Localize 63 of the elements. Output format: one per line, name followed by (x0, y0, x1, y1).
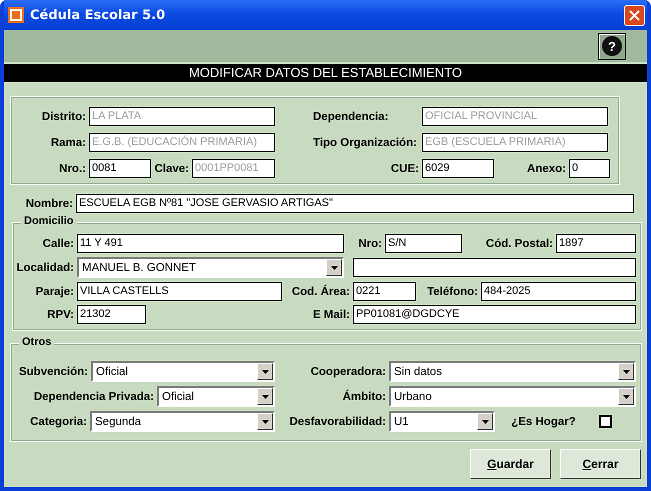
field-label: Cód. Postal: (484, 238, 554, 250)
dropdown[interactable]: Sin datos (389, 361, 636, 382)
field-label: Calle: (42, 238, 75, 250)
field-label: Nombre: (24, 198, 74, 210)
text-field[interactable]: 1897 (556, 234, 636, 253)
field-label: E Mail: (312, 308, 351, 320)
dropdown[interactable]: U1 (389, 411, 495, 432)
field-label: Nro: (357, 238, 383, 250)
text-field[interactable]: 0081 (89, 159, 151, 178)
checkbox[interactable] (598, 415, 612, 428)
text-field[interactable]: PP01081@DGDCYE (353, 305, 636, 324)
text-field[interactable]: 484-2025 (481, 282, 636, 301)
field-label: Subvención: (18, 366, 89, 378)
field-label: Dependencia: (312, 110, 390, 122)
field-label: Cooperadora: (310, 366, 387, 378)
field-label: Distrito: (40, 110, 87, 122)
dropdown[interactable]: Urbano (389, 386, 636, 407)
checkbox-label: ¿Es Hogar? (510, 416, 577, 428)
group-title: Domicilio (21, 215, 77, 227)
field-label: Teléfono: (426, 286, 479, 298)
field-label: Clave: (153, 162, 190, 174)
field-label: Tipo Organización: (312, 136, 418, 148)
dropdown[interactable]: MANUEL B. GONNET (77, 257, 344, 278)
text-field[interactable]: S/N (385, 234, 462, 253)
dropdown-arrow-icon (330, 266, 338, 270)
close-button[interactable] (624, 4, 645, 26)
text-field[interactable]: 0221 (353, 282, 416, 301)
window-title: Cédula Escolar 5.0 (30, 8, 166, 22)
group-title: Otros (19, 336, 54, 348)
dropdown-arrow-icon (262, 394, 268, 398)
dropdown[interactable]: Oficial (157, 386, 275, 407)
text-field[interactable] (353, 258, 636, 277)
text-field[interactable]: 11 Y 491 (77, 234, 344, 253)
help-button[interactable]: ? (598, 32, 626, 60)
text-field[interactable]: 6029 (422, 159, 494, 178)
field-label: Categoria: (29, 416, 88, 428)
dialog-button[interactable]: Cerrar (560, 449, 641, 479)
app-icon (8, 7, 24, 23)
close-icon (629, 10, 640, 20)
dropdown[interactable]: Oficial (91, 361, 275, 382)
text-field[interactable]: 21302 (77, 305, 146, 324)
field-label: Nro.: (58, 162, 87, 174)
field-label: Paraje: (34, 286, 75, 298)
field-label: CUE: (390, 162, 420, 174)
dropdown[interactable]: Segunda (90, 411, 275, 432)
section-header: MODIFICAR DATOS DEL ESTABLECIMIENTO (4, 64, 647, 82)
text-field[interactable]: 0 (569, 159, 610, 178)
dropdown-arrow-icon (262, 420, 268, 424)
field-label: RPV: (46, 308, 75, 320)
field-label: Desfavorabilidad: (288, 416, 387, 428)
field-label: Localidad: (15, 262, 75, 274)
field-label: Ámbito: (342, 390, 387, 402)
dropdown-arrow-icon (622, 394, 630, 398)
text-field[interactable]: ESCUELA EGB Nº81 "JOSE GERVASIO ARTIGAS" (76, 194, 634, 213)
field-label: Anexo: (526, 162, 567, 174)
field-label: Dependencia Privada: (32, 390, 155, 402)
field-label: Cod. Área: (290, 286, 351, 298)
text-field[interactable]: VILLA CASTELLS (77, 282, 282, 301)
dialog-button[interactable]: Guardar (470, 449, 551, 479)
field-label: Rama: (50, 136, 87, 148)
dropdown-arrow-icon (262, 370, 268, 374)
dropdown-arrow-icon (622, 370, 630, 374)
dropdown-arrow-icon (482, 420, 488, 424)
